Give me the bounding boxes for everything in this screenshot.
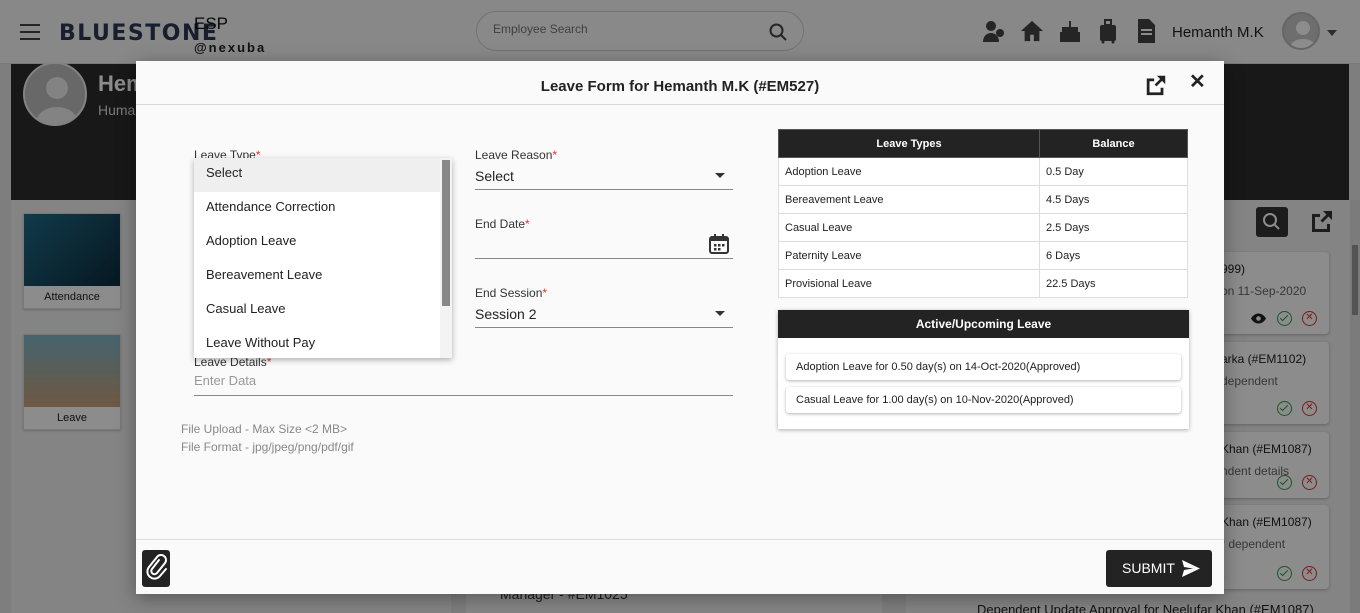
balance-cell: 2.5 Days: [1039, 213, 1188, 242]
file-format-note: File Format - jpg/jpeg/png/pdf/gif: [181, 440, 354, 454]
modal-header: Leave Form for Hemanth M.K (#EM527) ✕: [136, 61, 1224, 105]
leave-type-cell: Provisional Leave: [778, 269, 1040, 298]
end-date-field[interactable]: [475, 258, 733, 259]
leave-reason-underline: [475, 189, 733, 190]
end-date-label: End Date*: [475, 217, 530, 231]
modal-footer-divider: [136, 539, 1224, 540]
submit-label: SUBMIT: [1122, 560, 1175, 576]
close-icon[interactable]: ✕: [1189, 72, 1206, 92]
list-item[interactable]: Adoption Leave for 0.50 day(s) on 14-Oct…: [786, 354, 1181, 380]
balance-cell: 4.5 Days: [1039, 185, 1188, 214]
dropdown-option[interactable]: Leave Without Pay: [194, 328, 452, 358]
end-session-underline: [475, 327, 733, 328]
dropdown-option[interactable]: Bereavement Leave: [194, 260, 452, 294]
send-icon: [1182, 560, 1200, 577]
leave-balance-table: Leave Types Balance Adoption Leave 0.5 Da…: [778, 129, 1188, 298]
leave-reason-select[interactable]: Select: [475, 168, 514, 184]
table-row: Bereavement Leave 4.5 Days: [778, 185, 1188, 214]
file-upload-size-note: File Upload - Max Size <2 MB>: [181, 422, 348, 436]
table-header: Balance: [1039, 129, 1188, 158]
leave-reason-chevron-down-icon[interactable]: [715, 173, 725, 178]
leave-details-input[interactable]: Enter Data: [194, 373, 256, 388]
table-row: Paternity Leave 6 Days: [778, 241, 1188, 270]
balance-cell: 6 Days: [1039, 241, 1188, 270]
dropdown-option[interactable]: Attendance Correction: [194, 192, 452, 226]
end-session-chevron-down-icon[interactable]: [715, 311, 725, 316]
attach-file-button[interactable]: [142, 550, 170, 587]
leave-type-dropdown[interactable]: Select Attendance Correction Adoption Le…: [194, 158, 452, 358]
dropdown-option[interactable]: Casual Leave: [194, 294, 452, 328]
table-row: Provisional Leave 22.5 Days: [778, 269, 1188, 298]
table-row: Adoption Leave 0.5 Day: [778, 157, 1188, 186]
leave-reason-label: Leave Reason*: [475, 148, 558, 162]
table-header: Leave Types: [778, 129, 1040, 158]
table-row: Casual Leave 2.5 Days: [778, 213, 1188, 242]
submit-button[interactable]: SUBMIT: [1106, 550, 1212, 587]
balance-cell: 0.5 Day: [1039, 157, 1188, 186]
leave-type-cell: Casual Leave: [778, 213, 1040, 242]
list-item[interactable]: Casual Leave for 1.00 day(s) on 10-Nov-2…: [786, 387, 1181, 413]
balance-cell: 22.5 Days: [1039, 269, 1188, 298]
active-leave-heading: Active/Upcoming Leave: [778, 310, 1189, 338]
end-session-label: End Session*: [475, 286, 548, 300]
calendar-icon[interactable]: [709, 234, 729, 254]
leave-type-cell: Bereavement Leave: [778, 185, 1040, 214]
paperclip-icon: [146, 554, 167, 580]
open-external-icon[interactable]: [1144, 73, 1168, 97]
leave-form-modal: Leave Form for Hemanth M.K (#EM527) ✕ Le…: [136, 61, 1224, 594]
leave-type-cell: Adoption Leave: [778, 157, 1040, 186]
dropdown-scrollbar[interactable]: [440, 158, 452, 358]
dropdown-option[interactable]: Select: [194, 158, 452, 192]
leave-details-underline: [194, 395, 733, 396]
active-upcoming-leave-panel: Active/Upcoming Leave Adoption Leave for…: [778, 310, 1189, 429]
end-session-select[interactable]: Session 2: [475, 306, 536, 322]
leave-type-cell: Paternity Leave: [778, 241, 1040, 270]
dropdown-option[interactable]: Adoption Leave: [194, 226, 452, 260]
modal-title: Leave Form for Hemanth M.K (#EM527): [540, 78, 820, 95]
